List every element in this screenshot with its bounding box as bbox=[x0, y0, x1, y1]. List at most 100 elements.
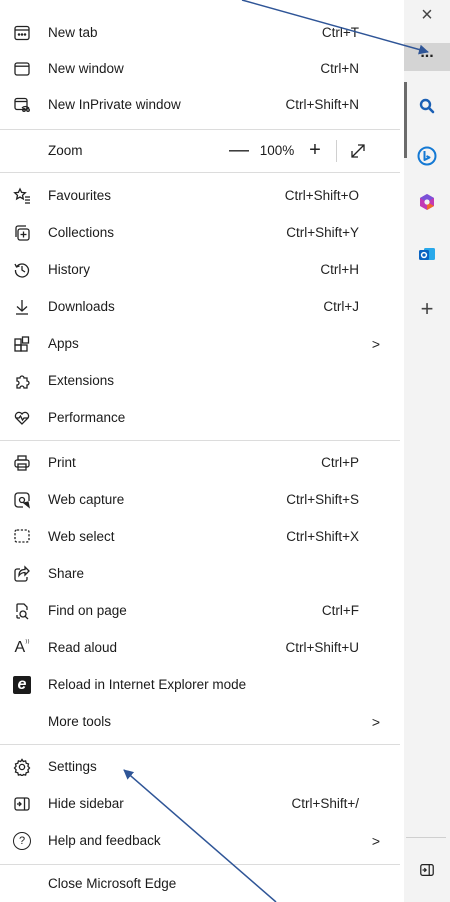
hide-sidebar-icon bbox=[420, 864, 434, 876]
menu-item-shortcut: Ctrl+F bbox=[321, 603, 359, 618]
menu-item-hide-sidebar[interactable]: Hide sidebar Ctrl+Shift+/ bbox=[0, 785, 400, 822]
menu-item-shortcut: Ctrl+T bbox=[321, 25, 359, 40]
menu-item-print[interactable]: Print Ctrl+P bbox=[0, 444, 400, 481]
settings-and-more-button[interactable]: ... bbox=[404, 43, 450, 71]
settings-and-more-menu: New tab Ctrl+T New window Ctrl+N New InP… bbox=[0, 0, 400, 902]
printer-icon bbox=[12, 453, 32, 473]
menu-item-label: Read aloud bbox=[48, 640, 118, 655]
menu-item-apps[interactable]: Apps > bbox=[0, 325, 400, 362]
sidebar-search-button[interactable] bbox=[404, 89, 450, 123]
help-question-glyph: ? bbox=[13, 831, 31, 850]
menu-item-shortcut: Ctrl+N bbox=[320, 61, 359, 76]
menu-divider bbox=[0, 172, 400, 173]
inprivate-icon bbox=[12, 95, 32, 115]
menu-item-zoom: Zoom — 100% + bbox=[0, 132, 400, 169]
zoom-controls: — 100% + bbox=[224, 132, 373, 169]
menu-item-more-tools[interactable]: More tools > bbox=[0, 703, 400, 740]
browser-menu-screenshot: New tab Ctrl+T New window Ctrl+N New InP… bbox=[0, 0, 450, 902]
menu-item-extensions[interactable]: Extensions bbox=[0, 362, 400, 399]
sidebar-add-button[interactable]: + bbox=[404, 292, 450, 326]
menu-item-read-aloud[interactable]: A ⁾⁾ Read aloud Ctrl+Shift+U bbox=[0, 629, 400, 666]
internet-explorer-icon: e bbox=[12, 675, 32, 695]
close-icon: × bbox=[421, 3, 433, 26]
sidebar-hide-button[interactable] bbox=[404, 853, 450, 887]
menu-item-history[interactable]: History Ctrl+H bbox=[0, 251, 400, 288]
search-icon bbox=[419, 98, 435, 114]
hide-sidebar-icon bbox=[12, 794, 32, 814]
download-icon bbox=[12, 297, 32, 317]
menu-item-settings[interactable]: Settings bbox=[0, 748, 400, 785]
menu-item-shortcut: Ctrl+Shift+N bbox=[285, 97, 359, 112]
menu-item-new-inprivate-window[interactable]: New InPrivate window Ctrl+Shift+N bbox=[0, 86, 400, 123]
zoom-separator bbox=[336, 139, 337, 162]
zoom-in-button[interactable]: + bbox=[300, 137, 330, 165]
menu-item-web-select[interactable]: Web select Ctrl+Shift+X bbox=[0, 518, 400, 555]
chevron-right-icon: > bbox=[371, 713, 380, 730]
menu-item-label: History bbox=[48, 262, 91, 277]
menu-item-label: Extensions bbox=[48, 373, 115, 388]
performance-heart-icon bbox=[12, 408, 32, 428]
menu-item-performance[interactable]: Performance bbox=[0, 399, 400, 436]
menu-item-label: Help and feedback bbox=[48, 833, 161, 848]
plus-icon: + bbox=[420, 296, 434, 321]
new-tab-icon bbox=[12, 23, 32, 43]
menu-item-downloads[interactable]: Downloads Ctrl+J bbox=[0, 288, 400, 325]
menu-item-label: Web select bbox=[48, 529, 115, 544]
chevron-right-icon: > bbox=[371, 335, 380, 352]
menu-item-web-capture[interactable]: Web capture Ctrl+Shift+S bbox=[0, 481, 400, 518]
fullscreen-icon bbox=[351, 143, 365, 158]
sound-waves-icon: ⁾⁾ bbox=[25, 638, 30, 648]
menu-item-shortcut: Ctrl+Shift+U bbox=[285, 640, 359, 655]
bing-copilot-icon bbox=[417, 146, 437, 166]
apps-icon bbox=[12, 334, 32, 354]
menu-item-label: New window bbox=[48, 61, 124, 76]
web-capture-icon bbox=[12, 490, 32, 510]
menu-item-share[interactable]: Share bbox=[0, 555, 400, 592]
menu-item-reload-ie-mode[interactable]: e Reload in Internet Explorer mode bbox=[0, 666, 400, 703]
read-aloud-icon: A ⁾⁾ bbox=[12, 638, 32, 658]
menu-item-label: Reload in Internet Explorer mode bbox=[48, 677, 247, 692]
menu-item-favourites[interactable]: Favourites Ctrl+Shift+O bbox=[0, 177, 400, 214]
menu-item-close-edge[interactable]: Close Microsoft Edge bbox=[0, 865, 400, 902]
menu-divider bbox=[0, 744, 400, 745]
menu-item-label: Web capture bbox=[48, 492, 125, 507]
find-on-page-icon bbox=[12, 601, 32, 621]
menu-item-label: Print bbox=[48, 455, 76, 470]
menu-item-label: New InPrivate window bbox=[48, 97, 181, 112]
menu-item-label: Downloads bbox=[48, 299, 115, 314]
menu-item-find-on-page[interactable]: Find on page Ctrl+F bbox=[0, 592, 400, 629]
menu-item-shortcut: Ctrl+Shift+/ bbox=[291, 796, 359, 811]
menu-item-label: Close Microsoft Edge bbox=[48, 876, 177, 891]
menu-divider bbox=[0, 440, 400, 441]
menu-item-new-tab[interactable]: New tab Ctrl+T bbox=[0, 14, 400, 51]
read-aloud-letter: A bbox=[14, 638, 26, 656]
gear-icon bbox=[12, 757, 32, 777]
menu-item-label: Hide sidebar bbox=[48, 796, 124, 811]
menu-item-label: Share bbox=[48, 566, 85, 581]
menu-item-shortcut: Ctrl+H bbox=[320, 262, 359, 277]
sidebar-outlook-button[interactable] bbox=[404, 237, 450, 271]
menu-item-label: Apps bbox=[48, 336, 79, 351]
fullscreen-button[interactable] bbox=[343, 137, 373, 165]
menu-item-label: More tools bbox=[48, 714, 112, 729]
sidebar-copilot-button[interactable] bbox=[404, 139, 450, 173]
window-close-button[interactable]: × bbox=[404, 0, 450, 30]
chevron-right-icon: > bbox=[371, 832, 380, 849]
share-icon bbox=[12, 564, 32, 584]
history-icon bbox=[12, 260, 32, 280]
menu-item-shortcut: Ctrl+Shift+X bbox=[286, 529, 359, 544]
collections-icon bbox=[12, 223, 32, 243]
menu-item-new-window[interactable]: New window Ctrl+N bbox=[0, 50, 400, 87]
menu-item-label: Settings bbox=[48, 759, 97, 774]
menu-item-shortcut: Ctrl+J bbox=[323, 299, 359, 314]
help-icon: ? bbox=[12, 831, 32, 851]
menu-item-help-and-feedback[interactable]: ? Help and feedback > bbox=[0, 822, 400, 859]
menu-item-shortcut: Ctrl+Shift+S bbox=[286, 492, 359, 507]
sidebar-office-button[interactable] bbox=[404, 185, 450, 219]
menu-item-collections[interactable]: Collections Ctrl+Shift+Y bbox=[0, 214, 400, 251]
menu-item-label: Performance bbox=[48, 410, 126, 425]
menu-item-shortcut: Ctrl+Shift+Y bbox=[286, 225, 359, 240]
menu-item-label: New tab bbox=[48, 25, 98, 40]
zoom-out-button[interactable]: — bbox=[224, 137, 254, 165]
web-select-icon bbox=[12, 527, 32, 547]
